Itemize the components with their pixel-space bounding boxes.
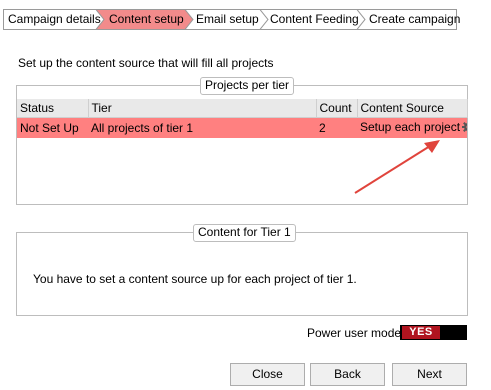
cell-count: 2 [316,117,357,138]
tier-message: You have to set a content source up for … [33,272,357,286]
step-campaign-details[interactable]: Campaign details [8,9,101,30]
step-create-campaign[interactable]: Create campaign [369,9,460,30]
content-source-label: Setup each project [360,120,461,135]
step-content-setup[interactable]: Content setup [109,9,184,30]
table-row[interactable]: Not Set Up All projects of tier 1 2 Setu… [17,117,467,138]
gear-icon[interactable] [462,121,467,136]
power-user-mode-toggle[interactable]: YES [400,325,467,340]
projects-table: Status Tier Count Content Source Not Set… [17,99,468,138]
cell-status: Not Set Up [17,117,88,138]
column-header-count[interactable]: Count [316,99,358,118]
projects-per-tier-title: Projects per tier [200,77,295,95]
next-button[interactable]: Next [392,363,467,386]
column-header-tier[interactable]: Tier [88,99,317,118]
step-content-feeding[interactable]: Content Feeding [270,9,359,30]
column-header-content-source[interactable]: Content Source [357,99,468,118]
column-header-status[interactable]: Status [17,99,89,118]
content-for-tier-title: Content for Tier 1 [193,224,296,242]
cell-content-source[interactable]: Setup each project [357,117,467,138]
table-header-row: Status Tier Count Content Source [17,99,468,118]
close-button[interactable]: Close [230,363,305,386]
power-user-mode-label: Power user mode [307,326,402,340]
cell-tier: All projects of tier 1 [88,117,316,138]
wizard-step-bar: Campaign details Content setup Email set… [3,9,460,30]
content-for-tier-group: Content for Tier 1 You have to set a con… [16,224,468,316]
step-email-setup[interactable]: Email setup [196,9,259,30]
back-button[interactable]: Back [310,363,385,386]
toggle-yes-indicator: YES [402,326,440,339]
red-arrow-icon [354,140,440,194]
intro-text: Set up the content source that will fill… [18,56,274,70]
